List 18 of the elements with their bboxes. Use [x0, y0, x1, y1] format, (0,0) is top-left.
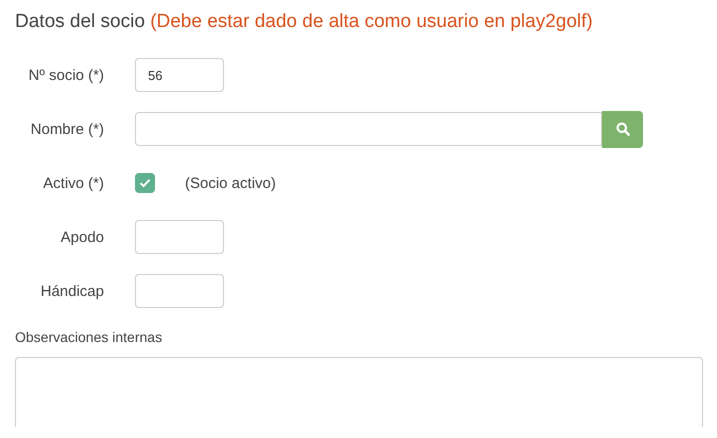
section-title: Datos del socio — [15, 11, 145, 32]
field-label: Hándicap — [40, 282, 104, 300]
field-label: Apodo — [60, 228, 104, 246]
field-label: Nombre (*) — [30, 120, 104, 138]
checkbox-caption: (Socio activo) — [185, 174, 276, 192]
section-note: (Debe estar dado de alta como usuario en play2golf) — [150, 11, 593, 32]
field-label: Nº socio (*) — [28, 66, 104, 84]
search-button[interactable] — [602, 110, 643, 148]
input-field[interactable] — [135, 220, 224, 254]
notes-field[interactable] — [15, 357, 703, 427]
input-field[interactable]: 56 — [135, 58, 224, 92]
field-label: Activo (*) — [42, 174, 104, 192]
checkbox[interactable] — [135, 173, 155, 193]
search-icon — [616, 122, 630, 136]
input-field[interactable] — [135, 274, 224, 308]
input-field[interactable] — [135, 112, 602, 146]
check-icon — [139, 178, 151, 188]
field-label: Observaciones internas — [15, 329, 164, 345]
